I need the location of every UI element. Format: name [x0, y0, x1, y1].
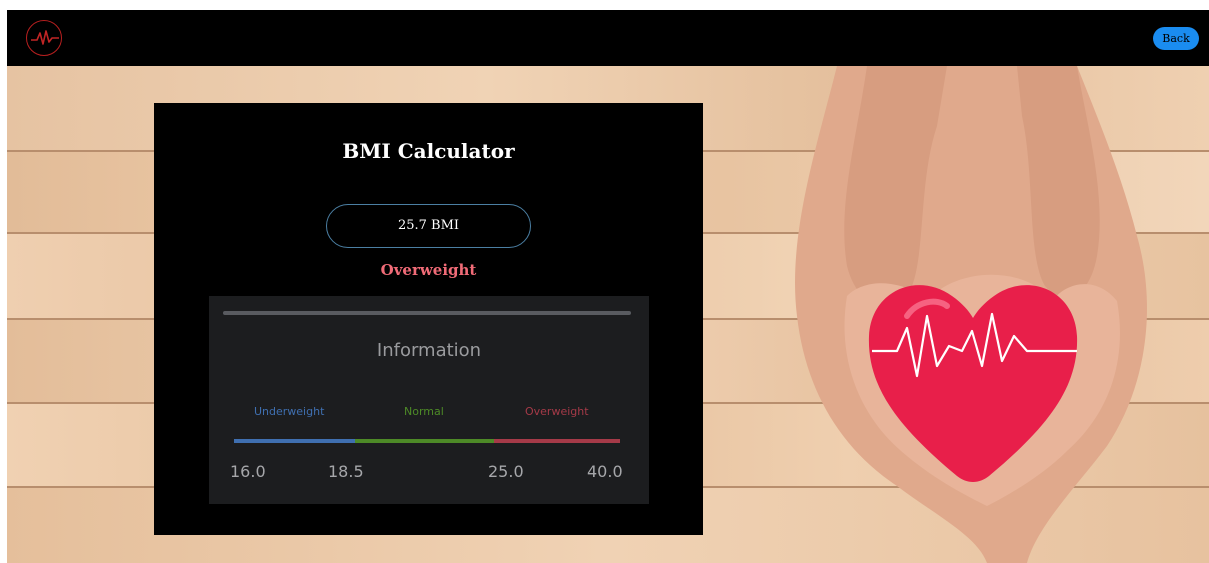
range-label-normal: Normal — [404, 405, 444, 418]
information-panel: Information Underweight Normal Overweigh… — [209, 296, 649, 504]
tick-label: 16.0 — [230, 462, 266, 481]
back-button[interactable]: Back — [1153, 27, 1199, 50]
panel-divider — [223, 311, 631, 315]
tick-label: 18.5 — [328, 462, 364, 481]
bmi-status-label: Overweight — [380, 261, 477, 279]
range-bar-overweight — [494, 439, 620, 443]
range-label-overweight: Overweight — [525, 405, 589, 418]
range-label-underweight: Underweight — [254, 405, 325, 418]
top-navigation-bar: Back — [7, 10, 1209, 66]
bmi-calculator-card: BMI Calculator 25.7 BMI Overweight Infor… — [154, 103, 703, 535]
hands-holding-heart-image — [795, 66, 1147, 563]
card-title: BMI Calculator — [342, 139, 515, 163]
range-bar-normal — [355, 439, 494, 443]
information-title: Information — [376, 340, 482, 361]
bmi-result-display: 25.7 BMI — [326, 204, 531, 248]
tick-label: 25.0 — [488, 462, 524, 481]
range-bar-underweight — [234, 439, 355, 443]
tick-label: 40.0 — [587, 462, 623, 481]
heartbeat-logo-icon[interactable] — [26, 20, 62, 56]
